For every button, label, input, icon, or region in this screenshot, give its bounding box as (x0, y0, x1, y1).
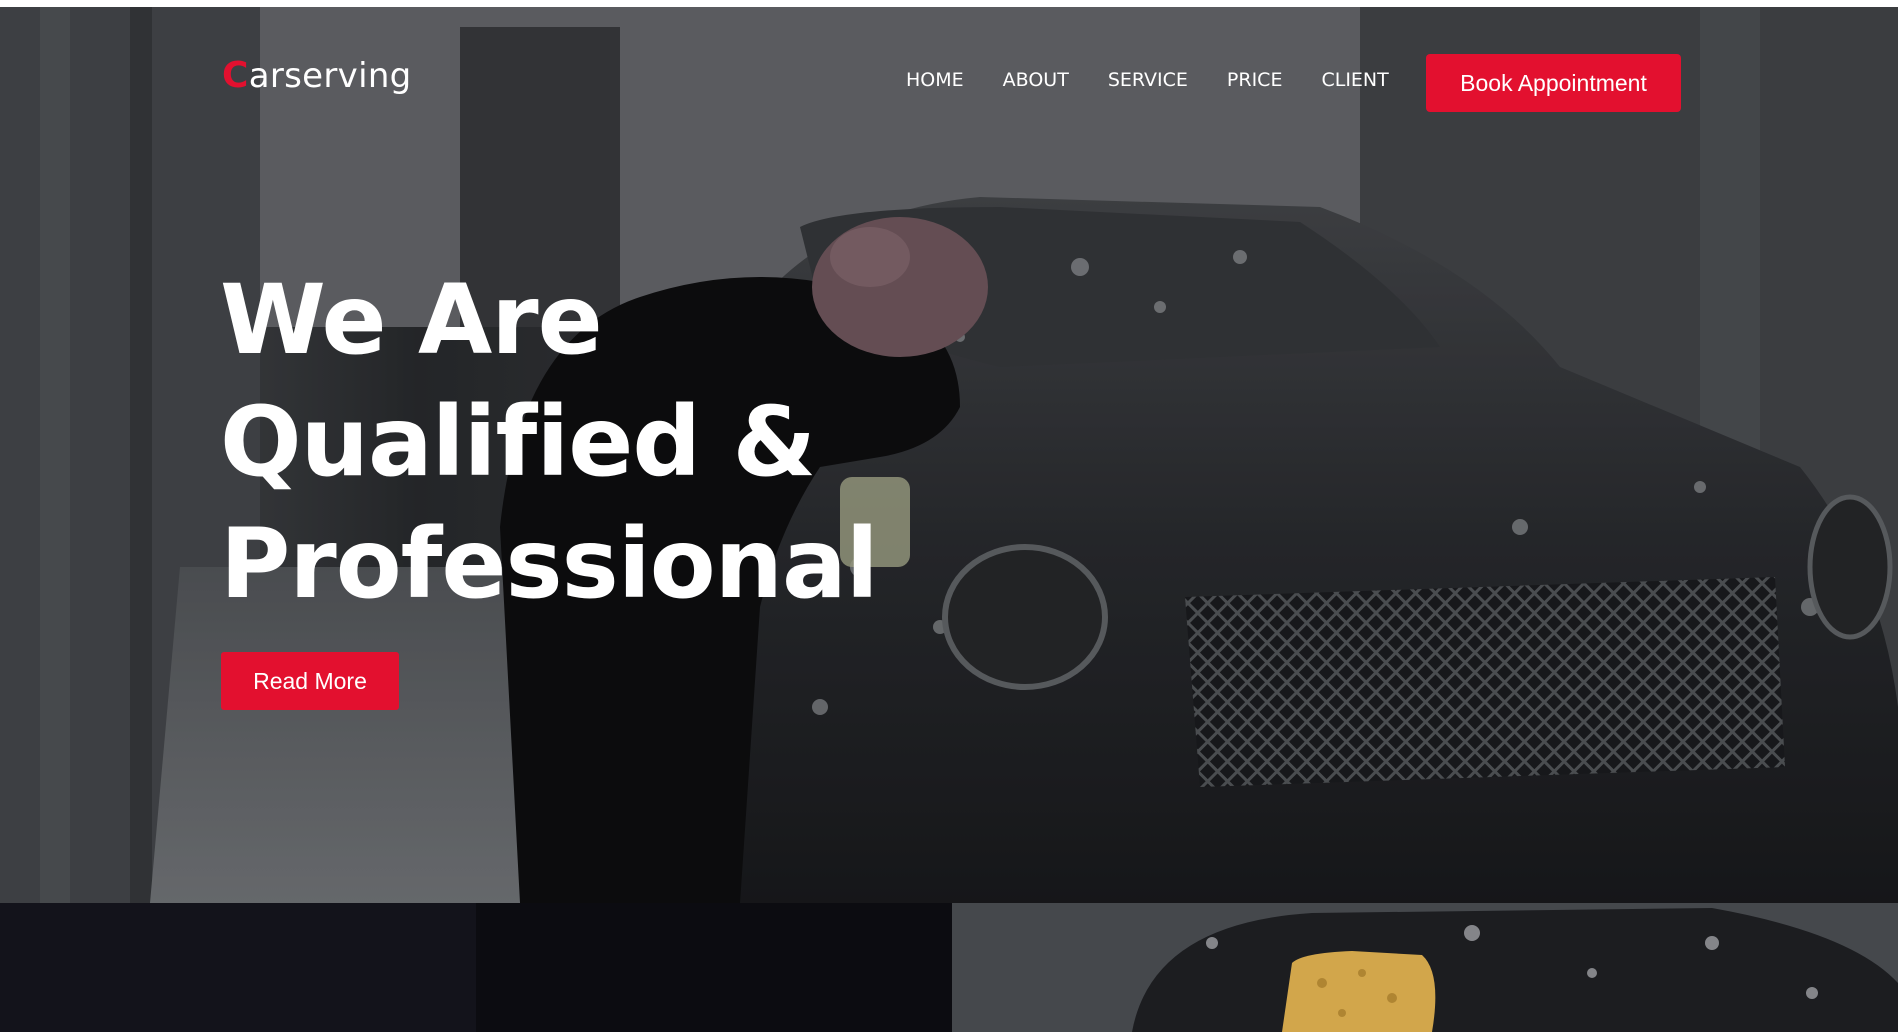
hero-title-line-2: Qualified & (220, 386, 816, 498)
logo-text: arserving (248, 56, 412, 96)
sponge-photo (952, 903, 1898, 1032)
hero-section: C arserving HOME ABOUT SERVICE PRICE CLI… (0, 7, 1898, 903)
nav-home[interactable]: HOME (906, 69, 964, 91)
nav-about[interactable]: ABOUT (1003, 69, 1069, 91)
main-nav: HOME ABOUT SERVICE PRICE CLIENT (906, 69, 1428, 91)
logo-initial: C (222, 55, 249, 96)
top-strip (0, 0, 1898, 7)
feature-image-panel (952, 903, 1898, 1032)
hero-title: We Are Qualified & Professional (220, 259, 980, 625)
logo[interactable]: C arserving (222, 55, 412, 96)
nav-price[interactable]: PRICE (1227, 69, 1283, 91)
nav-client[interactable]: CLIENT (1321, 69, 1388, 91)
hero-title-line-1: We Are (220, 264, 603, 376)
hero-title-line-3: Professional (220, 508, 879, 620)
book-appointment-button[interactable]: Book Appointment (1426, 54, 1681, 112)
read-more-button[interactable]: Read More (221, 652, 399, 710)
feature-panel-2 (476, 903, 952, 1032)
feature-panel-1 (0, 903, 476, 1032)
nav-service[interactable]: SERVICE (1108, 69, 1188, 91)
